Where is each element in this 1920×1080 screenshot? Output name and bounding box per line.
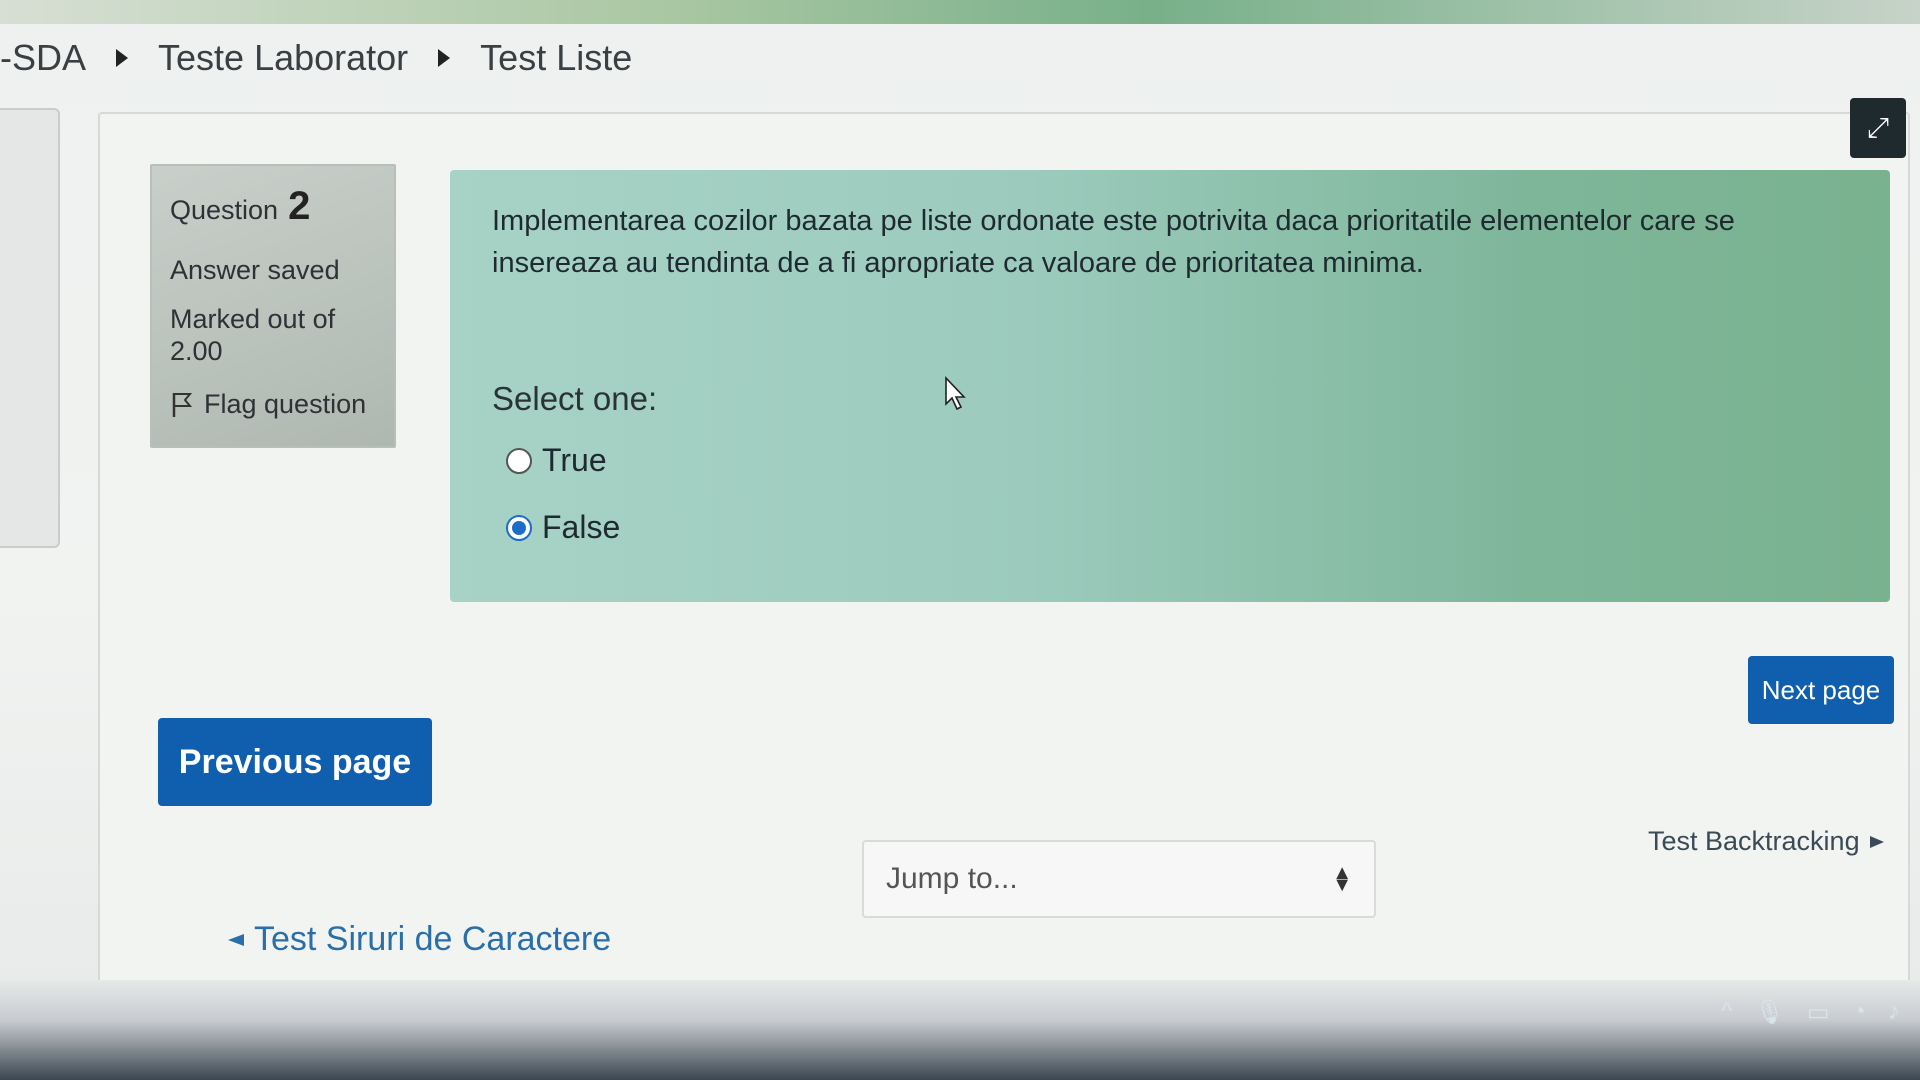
breadcrumb-section[interactable]: Teste Laborator (144, 37, 422, 79)
left-drawer-panel[interactable] (0, 108, 60, 548)
select-updown-icon: ▲ ▼ (1332, 862, 1352, 896)
wifi-icon[interactable]: ◔ (1852, 998, 1867, 1027)
question-info-panel: Question 2 Answer saved Marked out of 2.… (150, 164, 396, 448)
breadcrumb-current[interactable]: Test Liste (466, 37, 646, 79)
system-tray: ^ 🎙 ▭ ◔ ♪ (1721, 998, 1900, 1027)
arrow-right-icon (1869, 835, 1884, 848)
grade-info: Marked out of 2.00 (170, 303, 376, 367)
question-text: Implementarea cozilor bazata pe liste or… (492, 205, 1735, 279)
flag-icon (172, 392, 193, 417)
arrow-left-icon (228, 933, 244, 946)
os-taskbar (0, 980, 1920, 1080)
browser-top-strip (0, 0, 1920, 24)
next-activity-link[interactable]: Test Backtracking (1648, 826, 1884, 857)
option-label-false: False (542, 509, 621, 545)
select-one-label: Select one: (492, 380, 658, 417)
fullscreen-toggle-button[interactable]: ⤢ (1850, 98, 1906, 158)
flag-question-label: Flag question (204, 389, 367, 419)
previous-activity-label: Test Siruri de Caractere (254, 920, 612, 958)
mouse-pointer-icon (945, 376, 966, 411)
tray-chevron-icon[interactable]: ^ (1721, 998, 1732, 1027)
marked-out-of-label: Marked out of (170, 304, 336, 334)
answer-option-true[interactable]: True (506, 442, 1848, 479)
question-number-value: 2 (288, 184, 311, 228)
answer-option-false[interactable]: False (506, 509, 1848, 546)
previous-page-button[interactable]: Previous page (158, 718, 432, 806)
question-label: Question (170, 195, 279, 225)
grade-value: 2.00 (170, 336, 223, 366)
volume-icon[interactable]: ♪ (1888, 998, 1900, 1027)
next-activity-label: Test Backtracking (1648, 826, 1860, 856)
breadcrumb-separator-icon (116, 49, 129, 67)
jump-to-placeholder: Jump to... (886, 862, 1018, 895)
screen: -SDA Teste Laborator Test Liste ⤢ Questi… (0, 0, 1920, 1080)
breadcrumb-course[interactable]: -SDA (0, 37, 100, 79)
option-label-true: True (542, 442, 607, 478)
battery-icon[interactable]: ▭ (1807, 998, 1830, 1027)
question-number: Question 2 (170, 184, 376, 229)
microphone-icon[interactable]: 🎙 (1754, 998, 1784, 1027)
question-content: Implementarea cozilor bazata pe liste or… (450, 170, 1890, 602)
previous-activity-link[interactable]: Test Siruri de Caractere (228, 920, 611, 959)
breadcrumb-separator-icon (438, 49, 451, 67)
jump-to-select[interactable]: Jump to... ▲ ▼ (862, 840, 1376, 918)
flag-question-link[interactable]: Flag question (170, 389, 376, 420)
radio-true[interactable] (506, 447, 532, 474)
next-page-button[interactable]: Next page (1748, 656, 1894, 724)
answer-state: Answer saved (170, 255, 340, 285)
breadcrumb: -SDA Teste Laborator Test Liste (0, 28, 646, 88)
expand-icon: ⤢ (1866, 111, 1890, 143)
radio-false[interactable] (506, 514, 532, 541)
